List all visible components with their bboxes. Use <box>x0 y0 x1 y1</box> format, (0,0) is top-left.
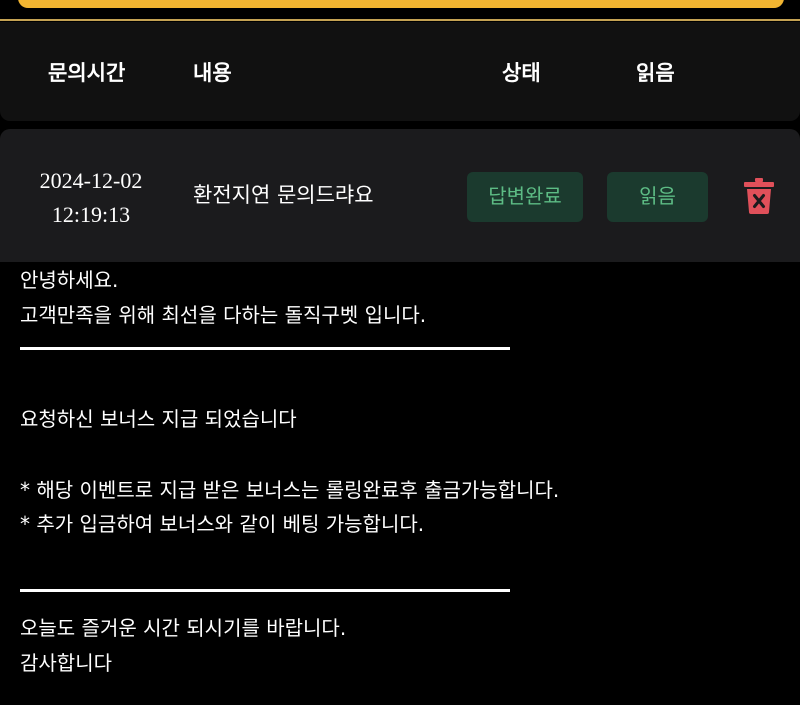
reply-closing: 오늘도 즐거운 시간 되시기를 바랍니다. <box>20 616 347 640</box>
reply-bullet-1: * 해당 이벤트로 지급 받은 보너스는 롤링완료후 출금가능합니다. <box>20 478 560 502</box>
table-header: 문의시간 내용 상태 읽음 <box>0 22 800 121</box>
reply-bullet-2: * 추가 입금하여 보너스와 같이 베팅 가능합니다. <box>20 512 425 536</box>
reply-divider-top <box>20 347 510 350</box>
header-read: 읽음 <box>636 61 675 85</box>
reply-thanks: 감사합니다 <box>20 651 112 675</box>
inquiry-page: 문의시간 내용 상태 읽음 2024-12-02 12:19:13 환전지연 문… <box>0 0 800 705</box>
header-status: 상태 <box>502 61 541 85</box>
reply-greeting: 안녕하세요. <box>20 268 119 292</box>
inquiry-subject[interactable]: 환전지연 문의드랴요 <box>193 179 374 209</box>
read-badge: 읽음 <box>607 172 708 222</box>
reply-notice: 요청하신 보너스 지급 되었습니다 <box>20 407 297 431</box>
reply-divider-bottom <box>20 589 510 592</box>
inquiry-datetime: 2024-12-02 12:19:13 <box>22 164 160 232</box>
divider-gold <box>0 19 800 21</box>
header-content: 내용 <box>193 61 232 85</box>
inquiry-time: 12:19:13 <box>51 202 131 227</box>
status-badge: 답변완료 <box>467 172 583 222</box>
reply-intro: 고객만족을 위해 최선을 다하는 돌직구벳 입니다. <box>20 303 427 327</box>
inquiry-date: 2024-12-02 <box>39 168 143 193</box>
table-row[interactable]: 2024-12-02 12:19:13 환전지연 문의드랴요 답변완료 읽음 <box>0 129 800 262</box>
trash-icon[interactable] <box>744 178 774 214</box>
header-inquiry-time: 문의시간 <box>48 61 126 85</box>
top-accent-bar <box>18 0 784 8</box>
